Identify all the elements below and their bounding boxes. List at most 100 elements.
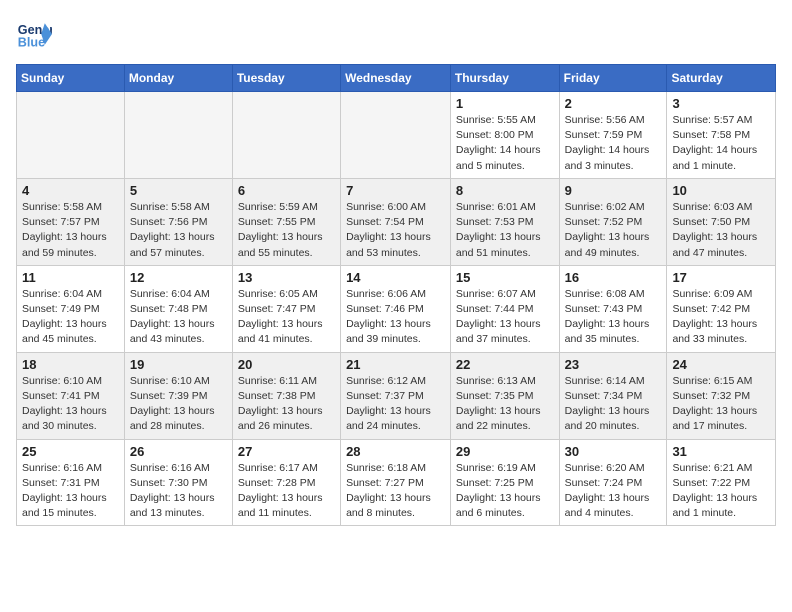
day-number: 28 — [346, 444, 445, 459]
day-number: 21 — [346, 357, 445, 372]
calendar-cell: 26Sunrise: 6:16 AMSunset: 7:30 PMDayligh… — [124, 439, 232, 526]
day-info: Sunrise: 6:08 AMSunset: 7:43 PMDaylight:… — [565, 287, 662, 348]
calendar-cell: 12 Sunrise: 6:04 AMSunset: 7:48 PMDayligh… — [124, 265, 232, 352]
day-info: Sunrise: 6:15 AMSunset: 7:32 PMDaylight:… — [672, 374, 770, 435]
day-info: Sunrise: 6:09 AMSunset: 7:42 PMDaylight:… — [672, 287, 770, 348]
day-number: 15 — [456, 270, 554, 285]
day-info: Sunrise: 6:10 AMSunset: 7:41 PMDaylight:… — [22, 374, 119, 435]
calendar-cell: 11 Sunrise: 6:04 AMSunset: 7:49 PMDayligh… — [17, 265, 125, 352]
day-number: 10 — [672, 183, 770, 198]
day-header-saturday: Saturday — [667, 65, 776, 92]
day-info: Sunrise: 6:03 AMSunset: 7:50 PMDaylight:… — [672, 200, 770, 261]
day-info: Sunrise: 6:10 AMSunset: 7:39 PMDaylight:… — [130, 374, 227, 435]
svg-text:Blue: Blue — [18, 36, 45, 50]
calendar-cell: 18 Sunrise: 6:10 AMSunset: 7:41 PMDayligh… — [17, 352, 125, 439]
day-number: 31 — [672, 444, 770, 459]
day-number: 29 — [456, 444, 554, 459]
calendar-week-4: 18 Sunrise: 6:10 AMSunset: 7:41 PMDayligh… — [17, 352, 776, 439]
calendar-cell: 1 Sunrise: 5:55 AMSunset: 8:00 PMDaylight… — [450, 92, 559, 179]
calendar-cell: 27 Sunrise: 6:17 AMSunset: 7:28 PMDayligh… — [232, 439, 340, 526]
day-info: Sunrise: 6:07 AMSunset: 7:44 PMDaylight:… — [456, 287, 554, 348]
day-info: Sunrise: 6:04 AMSunset: 7:48 PMDaylight:… — [130, 287, 227, 348]
calendar-cell: 24 Sunrise: 6:15 AMSunset: 7:32 PMDayligh… — [667, 352, 776, 439]
calendar-week-2: 4Sunrise: 5:58 AMSunset: 7:57 PMDaylight… — [17, 178, 776, 265]
day-info: Sunrise: 6:00 AMSunset: 7:54 PMDaylight:… — [346, 200, 445, 261]
day-number: 12 — [130, 270, 227, 285]
day-info: Sunrise: 6:21 AMSunset: 7:22 PMDaylight:… — [672, 461, 770, 522]
day-number: 8 — [456, 183, 554, 198]
calendar-cell: 17 Sunrise: 6:09 AMSunset: 7:42 PMDayligh… — [667, 265, 776, 352]
day-info: Sunrise: 6:17 AMSunset: 7:28 PMDaylight:… — [238, 461, 335, 522]
day-info: Sunrise: 5:58 AMSunset: 7:56 PMDaylight:… — [130, 200, 227, 261]
day-info: Sunrise: 5:58 AMSunset: 7:57 PMDaylight:… — [22, 200, 119, 261]
calendar-cell: 30 Sunrise: 6:20 AMSunset: 7:24 PMDayligh… — [559, 439, 667, 526]
calendar-cell: 4Sunrise: 5:58 AMSunset: 7:57 PMDaylight… — [17, 178, 125, 265]
day-number: 27 — [238, 444, 335, 459]
page-header: General Blue — [16, 16, 776, 52]
day-number: 6 — [238, 183, 335, 198]
day-number: 3 — [672, 96, 770, 111]
day-header-sunday: Sunday — [17, 65, 125, 92]
calendar-week-5: 25 Sunrise: 6:16 AMSunset: 7:31 PMDayligh… — [17, 439, 776, 526]
calendar-week-3: 11 Sunrise: 6:04 AMSunset: 7:49 PMDayligh… — [17, 265, 776, 352]
day-info: Sunrise: 6:20 AMSunset: 7:24 PMDaylight:… — [565, 461, 662, 522]
calendar-cell: 31 Sunrise: 6:21 AMSunset: 7:22 PMDayligh… — [667, 439, 776, 526]
day-info: Sunrise: 6:02 AMSunset: 7:52 PMDaylight:… — [565, 200, 662, 261]
calendar-cell: 15 Sunrise: 6:07 AMSunset: 7:44 PMDayligh… — [450, 265, 559, 352]
day-info: Sunrise: 6:14 AMSunset: 7:34 PMDaylight:… — [565, 374, 662, 435]
day-header-monday: Monday — [124, 65, 232, 92]
day-number: 26 — [130, 444, 227, 459]
calendar-cell: 3 Sunrise: 5:57 AMSunset: 7:58 PMDaylight… — [667, 92, 776, 179]
calendar-table: SundayMondayTuesdayWednesdayThursdayFrid… — [16, 64, 776, 526]
calendar-cell: 22 Sunrise: 6:13 AMSunset: 7:35 PMDayligh… — [450, 352, 559, 439]
day-number: 30 — [565, 444, 662, 459]
calendar-cell: 16Sunrise: 6:08 AMSunset: 7:43 PMDayligh… — [559, 265, 667, 352]
calendar-cell — [341, 92, 451, 179]
day-info: Sunrise: 5:57 AMSunset: 7:58 PMDaylight:… — [672, 113, 770, 174]
day-number: 2 — [565, 96, 662, 111]
calendar-cell — [124, 92, 232, 179]
day-number: 22 — [456, 357, 554, 372]
calendar-cell: 6 Sunrise: 5:59 AMSunset: 7:55 PMDaylight… — [232, 178, 340, 265]
calendar-cell: 19 Sunrise: 6:10 AMSunset: 7:39 PMDayligh… — [124, 352, 232, 439]
day-number: 23 — [565, 357, 662, 372]
day-info: Sunrise: 6:18 AMSunset: 7:27 PMDaylight:… — [346, 461, 445, 522]
day-number: 7 — [346, 183, 445, 198]
calendar-cell: 10 Sunrise: 6:03 AMSunset: 7:50 PMDayligh… — [667, 178, 776, 265]
day-info: Sunrise: 6:04 AMSunset: 7:49 PMDaylight:… — [22, 287, 119, 348]
day-info: Sunrise: 6:16 AMSunset: 7:31 PMDaylight:… — [22, 461, 119, 522]
day-number: 1 — [456, 96, 554, 111]
day-info: Sunrise: 6:13 AMSunset: 7:35 PMDaylight:… — [456, 374, 554, 435]
calendar-cell — [232, 92, 340, 179]
day-info: Sunrise: 5:59 AMSunset: 7:55 PMDaylight:… — [238, 200, 335, 261]
calendar-cell: 9 Sunrise: 6:02 AMSunset: 7:52 PMDaylight… — [559, 178, 667, 265]
day-number: 19 — [130, 357, 227, 372]
calendar-cell: 29 Sunrise: 6:19 AMSunset: 7:25 PMDayligh… — [450, 439, 559, 526]
calendar-cell: 28 Sunrise: 6:18 AMSunset: 7:27 PMDayligh… — [341, 439, 451, 526]
day-number: 14 — [346, 270, 445, 285]
day-number: 25 — [22, 444, 119, 459]
day-header-friday: Friday — [559, 65, 667, 92]
calendar-cell — [17, 92, 125, 179]
calendar-cell: 5 Sunrise: 5:58 AMSunset: 7:56 PMDaylight… — [124, 178, 232, 265]
day-info: Sunrise: 6:11 AMSunset: 7:38 PMDaylight:… — [238, 374, 335, 435]
day-number: 18 — [22, 357, 119, 372]
day-number: 17 — [672, 270, 770, 285]
day-info: Sunrise: 6:06 AMSunset: 7:46 PMDaylight:… — [346, 287, 445, 348]
day-number: 20 — [238, 357, 335, 372]
day-number: 9 — [565, 183, 662, 198]
calendar-cell: 7 Sunrise: 6:00 AMSunset: 7:54 PMDaylight… — [341, 178, 451, 265]
day-number: 5 — [130, 183, 227, 198]
day-number: 24 — [672, 357, 770, 372]
day-header-tuesday: Tuesday — [232, 65, 340, 92]
day-header-thursday: Thursday — [450, 65, 559, 92]
day-number: 11 — [22, 270, 119, 285]
calendar-cell: 8Sunrise: 6:01 AMSunset: 7:53 PMDaylight… — [450, 178, 559, 265]
day-info: Sunrise: 6:19 AMSunset: 7:25 PMDaylight:… — [456, 461, 554, 522]
calendar-cell: 14 Sunrise: 6:06 AMSunset: 7:46 PMDayligh… — [341, 265, 451, 352]
day-info: Sunrise: 5:55 AMSunset: 8:00 PMDaylight:… — [456, 113, 554, 174]
calendar-header-row: SundayMondayTuesdayWednesdayThursdayFrid… — [17, 65, 776, 92]
day-number: 13 — [238, 270, 335, 285]
calendar-cell: 23 Sunrise: 6:14 AMSunset: 7:34 PMDayligh… — [559, 352, 667, 439]
logo: General Blue — [16, 16, 56, 52]
